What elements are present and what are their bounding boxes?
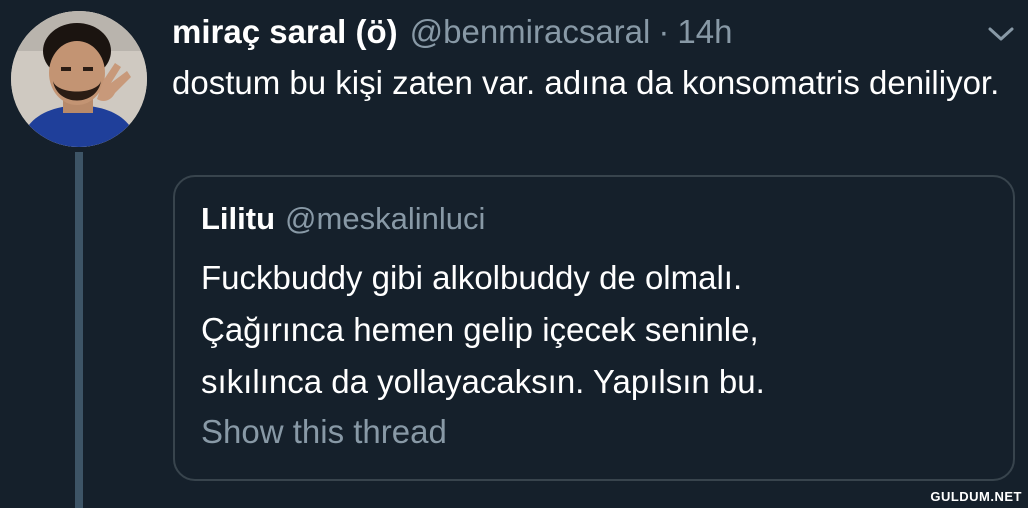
quoted-author-name: Lilitu — [201, 201, 276, 236]
avatar[interactable] — [11, 11, 147, 147]
show-thread-link[interactable]: Show this thread — [201, 410, 447, 454]
quoted-text-line: Çağırınca hemen gelip içecek seninle, — [201, 311, 759, 348]
timestamp[interactable]: 14h — [677, 10, 732, 54]
quoted-tweet-header: Lilitu @meskalinluci — [201, 199, 485, 239]
separator-dot: · — [658, 13, 670, 50]
quoted-author-handle: @meskalinluci — [285, 201, 486, 236]
quoted-tweet[interactable]: Lilitu @meskalinluci Fuckbuddy gibi alkol… — [173, 175, 1015, 481]
author-handle[interactable]: @benmiracsaral — [410, 10, 651, 54]
quoted-text-line: Fuckbuddy gibi alkolbuddy de olmalı. — [201, 259, 743, 296]
quoted-tweet-text: Fuckbuddy gibi alkolbuddy de olmalı. Çağ… — [201, 252, 1001, 408]
avatar-photo — [11, 11, 147, 147]
chevron-down-icon[interactable] — [986, 22, 1016, 44]
author-name[interactable]: miraç saral (ö) — [172, 10, 398, 54]
tweet-header: miraç saral (ö) @benmiracsaral · 14h — [172, 10, 732, 54]
thread-line — [75, 152, 83, 508]
watermark: GULDUM.NET — [930, 489, 1022, 504]
tweet[interactable]: miraç saral (ö) @benmiracsaral · 14h dos… — [0, 0, 1028, 508]
tweet-text: dostum bu kişi zaten var. adına da konso… — [172, 64, 1000, 101]
quoted-text-line: sıkılınca da yollayacaksın. Yapılsın bu. — [201, 363, 765, 400]
